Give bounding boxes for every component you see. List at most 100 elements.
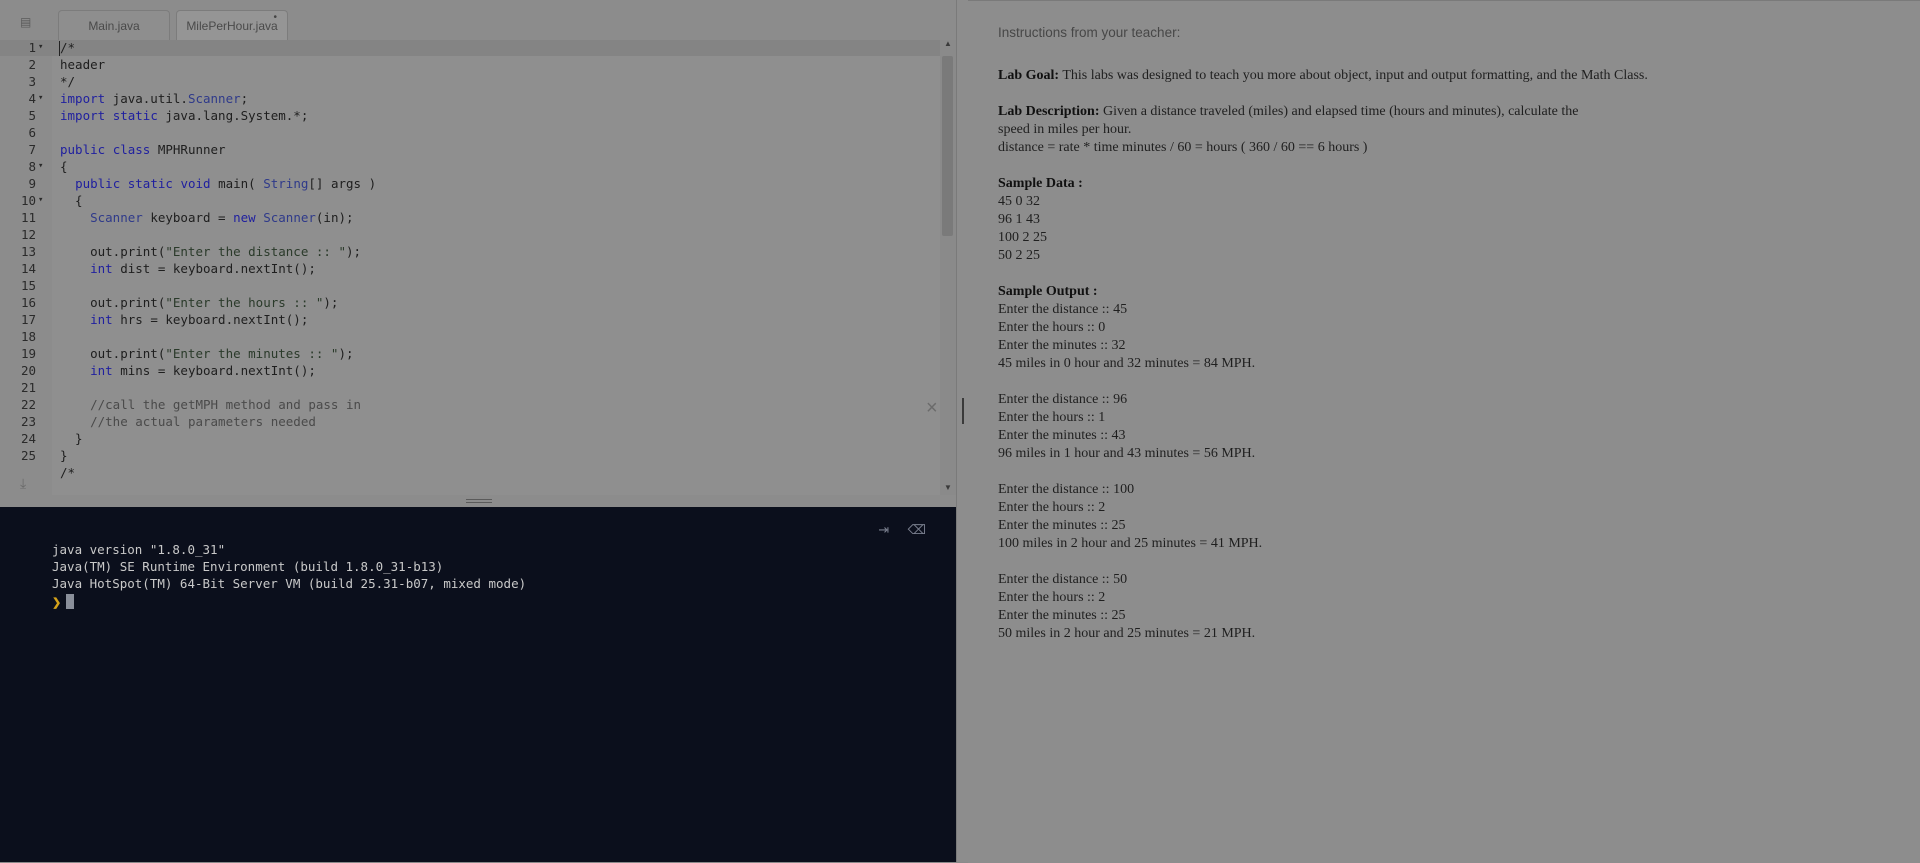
sample-output-line: 96 miles in 1 hour and 43 minutes = 56 M…	[998, 446, 1256, 461]
lab-goal-text: This labs was designed to teach you more…	[1059, 68, 1648, 83]
code-text: int hrs = keyboard.nextInt();	[90, 312, 309, 327]
code-line[interactable]: 14 int dist = keyboard.nextInt();	[0, 260, 940, 277]
line-number: 25	[20, 448, 36, 463]
fold-toggle-icon[interactable]: ▾	[38, 90, 43, 107]
pane-splitter[interactable]	[0, 495, 956, 507]
line-number: 3	[28, 74, 36, 89]
lab-content: Lab Goal: This labs was designed to teac…	[998, 67, 1898, 661]
editor-scrollbar-thumb[interactable]	[942, 56, 953, 236]
console-line: java version "1.8.0_31"	[52, 542, 226, 557]
lab-description-text: Given a distance traveled (miles) and el…	[1099, 104, 1579, 119]
sample-output-line: Enter the minutes :: 25	[998, 608, 1126, 623]
code-line[interactable]: 5 import static java.lang.System.*;	[0, 107, 940, 124]
code-text: //call the getMPH method and pass in	[90, 397, 362, 412]
code-line[interactable]: 21	[0, 379, 940, 396]
instructions-title: Instructions from your teacher:	[998, 25, 1181, 40]
code-line[interactable]: 8 ▾ {	[0, 158, 940, 175]
line-number: 9	[28, 176, 36, 191]
download-icon[interactable]: ⤓	[20, 475, 26, 492]
code-editor[interactable]: 1 ▾/* 2 header 3 */4 ▾ import java.util.Scanner…	[0, 40, 956, 495]
code-line[interactable]: 25}	[0, 447, 940, 464]
code-text: */	[60, 74, 76, 89]
fold-toggle-icon[interactable]: ▾	[38, 158, 43, 175]
sample-data-line: 45 0 32	[998, 194, 1040, 209]
code-line[interactable]: 7 public class MPHRunner	[0, 141, 940, 158]
code-line[interactable]: 23 //the actual parameters needed	[0, 413, 940, 430]
clear-console-icon[interactable]: ⌫	[908, 522, 926, 538]
scroll-down-icon[interactable]: ▼	[944, 483, 952, 492]
fold-toggle-icon[interactable]: ▾	[38, 192, 43, 209]
sample-data-line: 96 1 43	[998, 212, 1040, 227]
tab-main-java[interactable]: Main.java	[58, 10, 170, 40]
code-text: /*	[60, 465, 76, 480]
code-line[interactable]: 17 int hrs = keyboard.nextInt();	[0, 311, 940, 328]
line-number: 8	[28, 159, 36, 174]
terminal-toolbar: ⇥ ⌫	[864, 521, 926, 539]
lab-formula: distance = rate * time minutes / 60 = ho…	[998, 140, 1368, 155]
code-text: int dist = keyboard.nextInt();	[90, 261, 316, 276]
line-number: 10	[20, 193, 36, 208]
code-text: public static void main( String[] args )	[75, 176, 377, 191]
code-line[interactable]: 6	[0, 124, 940, 141]
close-icon[interactable]: ×	[926, 398, 938, 418]
divider-handle[interactable]	[962, 398, 964, 424]
sample-output-line: Enter the minutes :: 32	[998, 338, 1126, 353]
tab-mileperhour-java[interactable]: MilePerHour.java •	[176, 10, 288, 40]
sample-data-line: 100 2 25	[998, 230, 1047, 245]
sample-output-line: Enter the distance :: 96	[998, 392, 1128, 407]
code-line[interactable]: 13 out.print("Enter the distance :: ");	[0, 243, 940, 260]
lab-description: Lab Description: Given a distance travel…	[998, 103, 1898, 157]
line-number: 20	[20, 363, 36, 378]
code-text: //the actual parameters needed	[90, 414, 316, 429]
line-number: 19	[20, 346, 36, 361]
line-number: 17	[20, 312, 36, 327]
line-number: 4	[28, 91, 36, 106]
scroll-up-icon[interactable]: ▲	[944, 40, 952, 48]
code-line[interactable]: 19 out.print("Enter the minutes :: ");	[0, 345, 940, 362]
code-line[interactable]: 12	[0, 226, 940, 243]
lab-goal-label: Lab Goal:	[998, 68, 1060, 83]
console-terminal[interactable]: ⇥ ⌫ java version "1.8.0_31" Java(TM) SE …	[0, 507, 956, 862]
fold-toggle-icon[interactable]: ▾	[38, 40, 43, 56]
line-number: 21	[20, 380, 36, 395]
tab-label: MilePerHour.java	[186, 19, 278, 33]
line-number: 18	[20, 329, 36, 344]
sample-output-line: Enter the distance :: 100	[998, 482, 1135, 497]
code-line[interactable]: /*	[0, 464, 940, 481]
code-text: Scanner keyboard = new Scanner(in);	[90, 210, 354, 225]
splitter-grip[interactable]	[466, 499, 492, 503]
line-number: 6	[28, 125, 36, 140]
sample-output-3: Enter the distance :: 100 Enter the hour…	[998, 481, 1898, 553]
code-line[interactable]: 3 */	[0, 73, 940, 90]
sample-output-line: Enter the hours :: 1	[998, 410, 1106, 425]
code-line[interactable]: 2 header	[0, 56, 940, 73]
sample-output-line: Enter the hours :: 2	[998, 500, 1106, 515]
code-text: header	[60, 57, 106, 72]
code-text: public class MPHRunner	[60, 142, 226, 157]
code-line[interactable]: 9 public static void main( String[] args…	[0, 175, 940, 192]
code-line[interactable]: 16 out.print("Enter the hours :: ");	[0, 294, 940, 311]
code-line[interactable]: 22 //call the getMPH method and pass in	[0, 396, 940, 413]
code-line[interactable]: 4 ▾ import java.util.Scanner;	[0, 90, 940, 107]
code-text: /*	[60, 40, 76, 55]
code-text: import static java.lang.System.*;	[60, 108, 309, 123]
code-line[interactable]: 15	[0, 277, 940, 294]
line-number: 11	[20, 210, 36, 225]
code-line[interactable]: 20 int mins = keyboard.nextInt();	[0, 362, 940, 379]
code-line[interactable]: 24 }	[0, 430, 940, 447]
code-line[interactable]: 11 Scanner keyboard = new Scanner(in);	[0, 209, 940, 226]
line-number: 13	[20, 244, 36, 259]
code-text: {	[60, 159, 68, 174]
terminal-cursor[interactable]	[66, 594, 74, 609]
text-cursor	[59, 41, 60, 56]
code-text: }	[60, 448, 68, 463]
code-line[interactable]: 10 ▾ {	[0, 192, 940, 209]
new-file-icon[interactable]: ▤	[20, 16, 31, 28]
line-number: 7	[28, 142, 36, 157]
line-number: 14	[20, 261, 36, 276]
code-line[interactable]: 18	[0, 328, 940, 345]
exit-terminal-icon[interactable]: ⇥	[878, 522, 889, 538]
sample-output-line: 50 miles in 2 hour and 25 minutes = 21 M…	[998, 626, 1256, 641]
sample-output-label: Sample Output :	[998, 284, 1098, 299]
code-line[interactable]: 1 ▾ /*	[0, 40, 940, 56]
